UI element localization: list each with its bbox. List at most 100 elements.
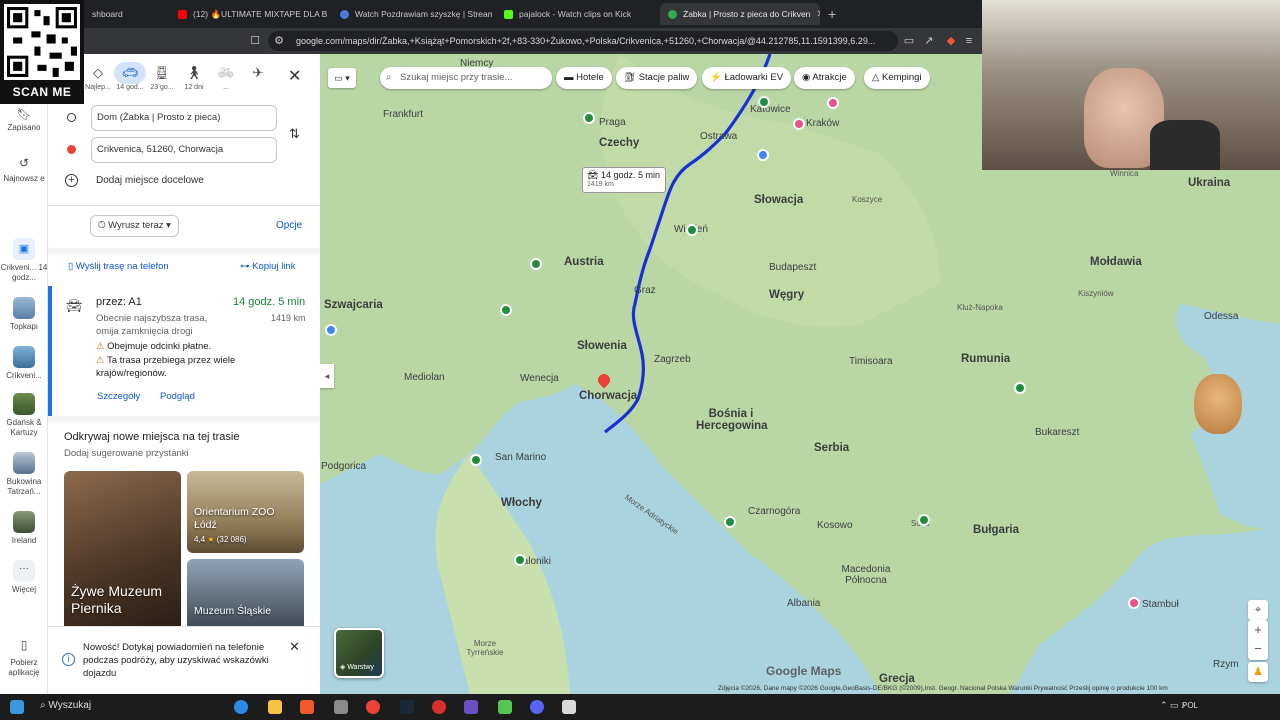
route-search-input[interactable]: ⌕ Szukaj miejsc przy trasie... [380, 67, 552, 89]
rail-item-place[interactable]: Ireland [0, 511, 48, 546]
browser-tab[interactable]: pajalock - Watch clips on Kick [496, 3, 656, 25]
discord-icon[interactable] [530, 700, 544, 714]
chip-attractions[interactable]: ◉ Atrakcje [794, 67, 855, 89]
copy-link-button[interactable]: ⊶ Kopiuj link [240, 261, 295, 272]
steam-icon[interactable] [400, 700, 414, 714]
destination-field[interactable]: Crikvenica, 51260, Chorwacja [91, 137, 277, 163]
country-label: Rumunia [961, 353, 1011, 365]
site-settings-icon[interactable]: ⚙ [272, 34, 286, 48]
taskbar-search[interactable]: ⌕ Wyszukaj [40, 700, 91, 711]
route-option-card[interactable]: 🚘︎ przez: A1 14 godz. 5 min 1419 km Obec… [48, 286, 320, 416]
card-title: Żywe Muzeum Piernika [71, 583, 163, 616]
preview-link[interactable]: Podgląd [160, 391, 195, 402]
poi-pin-icon[interactable] [500, 304, 512, 316]
transit-pin-icon[interactable] [757, 149, 769, 161]
chip-ev[interactable]: ⚡ Ładowarki EV [702, 67, 792, 89]
windows-taskbar: ⌕ Wyszukaj ⌃ ▭ ♪ POL [0, 694, 1280, 720]
brave-shield-icon[interactable]: ◆ [944, 34, 958, 48]
origin-field[interactable]: Dom (Żabka | Prosto z pieca) [91, 105, 277, 131]
rail-item-get-app[interactable]: ▯ Pobierz aplikację [0, 639, 48, 678]
attraction-pin-icon[interactable] [793, 118, 805, 130]
mode-best[interactable]: ◇ Najlep... [82, 62, 114, 102]
share-icon[interactable]: ↗ [922, 34, 936, 48]
attraction-pin-icon[interactable] [1128, 597, 1140, 609]
new-tab-button[interactable]: + [828, 6, 836, 22]
poi-pin-icon[interactable] [918, 514, 930, 526]
close-notice-icon[interactable]: ✕ [289, 639, 300, 655]
add-destination-button[interactable]: Dodaj miejsce docelowe [96, 175, 204, 186]
rail-item-place[interactable]: Bukowina Tatrzań... [0, 452, 48, 497]
details-link[interactable]: Szczegóły [97, 391, 140, 402]
windows-start-icon[interactable] [10, 700, 24, 714]
poi-pin-icon[interactable] [470, 454, 482, 466]
country-label: Słowacja [754, 194, 804, 206]
mode-bike[interactable]: 🚲︎ ... [210, 62, 242, 102]
map-toolbar-icon[interactable]: ▭ ▾ [328, 68, 356, 88]
chip-hotels[interactable]: ▬ Hotele [556, 67, 612, 89]
browser-tab[interactable]: shboard [84, 3, 170, 25]
poi-pin-icon[interactable] [583, 112, 595, 124]
poi-pin-icon[interactable] [686, 224, 698, 236]
suggestion-card[interactable]: Żywe Muzeum Piernika [64, 471, 181, 631]
route-time-bubble[interactable]: 🚘︎ 14 godz. 5 min 1419 km [582, 167, 666, 193]
swap-icon[interactable]: ⇅ [289, 126, 300, 142]
suggestion-card[interactable]: Orientarium ZOO Łódź 4,4 ★ (32 086) [187, 471, 304, 553]
rail-item-more[interactable]: ··· Więcej [0, 560, 48, 595]
mode-car[interactable]: 🚗︎ 14 god... [114, 62, 146, 102]
options-button[interactable]: Opcje [276, 220, 302, 231]
rail-item-place[interactable]: Gdańsk & Kartuzy [0, 393, 48, 438]
zoom-out-button[interactable]: − [1248, 640, 1268, 660]
youtube-icon [178, 9, 187, 19]
file-explorer-icon[interactable] [268, 700, 282, 714]
transit-pin-icon[interactable] [325, 324, 337, 336]
rail-item-route[interactable]: ▣ Crikveni... 14 godz... [0, 238, 48, 283]
poi-pin-icon[interactable] [724, 516, 736, 528]
brave-icon[interactable] [300, 700, 314, 714]
cast-icon[interactable]: ▭ [902, 34, 916, 48]
app-icon[interactable] [562, 700, 576, 714]
rail-item-place[interactable]: Crikveni... [0, 346, 48, 381]
chip-camping[interactable]: △ Kempingi [864, 67, 930, 89]
mode-transit[interactable]: 🚆︎ 23 go... [146, 62, 178, 102]
poi-pin-icon[interactable] [530, 258, 542, 270]
depart-time-select[interactable]: 🕓︎ Wyrusz teraz ▾ [90, 215, 179, 237]
link-icon: ⊶ [240, 261, 253, 272]
edge-icon[interactable] [234, 700, 248, 714]
close-directions-icon[interactable]: ✕ [288, 66, 301, 86]
car-icon: 🚗︎ [114, 62, 146, 84]
maps-icon [668, 9, 677, 19]
rail-item-saved[interactable]: 🔖︎ Zapisano [0, 108, 48, 133]
chrome-icon[interactable] [366, 700, 380, 714]
rail-item-place[interactable]: Topkapı [0, 297, 48, 332]
browser-tab[interactable]: (12) 🔥ULTIMATE MIXTAPE DLA B [170, 3, 330, 25]
browser-tab[interactable]: Watch Pozdrawiam szyszkę | Streams [332, 3, 492, 25]
chip-fuel[interactable]: ⛽︎ Stacje paliw [616, 67, 698, 89]
layers-button[interactable]: ◈ Warstwy [334, 628, 384, 678]
app-icon[interactable] [334, 700, 348, 714]
my-location-icon[interactable]: ⌖ [1248, 600, 1268, 620]
mode-walk[interactable]: 🚶︎ 12 dni [178, 62, 210, 102]
poi-pin-icon[interactable] [758, 96, 770, 108]
close-tab-icon[interactable]: ✕ [816, 9, 820, 20]
menu-icon[interactable]: ≡ [962, 34, 976, 48]
mode-flight[interactable]: ✈ [242, 62, 274, 102]
app-icon[interactable] [464, 700, 478, 714]
bookmark-icon[interactable]: ☐ [248, 34, 262, 48]
divider [48, 248, 320, 254]
pegman-icon[interactable]: ♟ [1248, 662, 1268, 682]
rail-item-recent[interactable]: ↺ Najnowsz e [0, 157, 48, 184]
poi-pin-icon[interactable] [1014, 382, 1026, 394]
zoom-in-button[interactable]: + [1248, 620, 1268, 640]
app-icon[interactable] [498, 700, 512, 714]
language-indicator[interactable]: POL [1182, 701, 1198, 710]
suggestion-card[interactable]: Muzeum Śląskie [187, 559, 304, 631]
country-label: Węgry [769, 289, 805, 301]
send-to-phone-link[interactable]: ▯ Wyślij trasę na telefon [68, 261, 169, 272]
poi-pin-icon[interactable] [514, 554, 526, 566]
browser-tab-active[interactable]: Żabka | Prosto z pieca do Crikven ✕ [660, 3, 820, 25]
url-field[interactable]: google.com/maps/dir/Żabka,+Książąt+Pomor… [268, 31, 898, 51]
rating-value: 4,4 [194, 535, 206, 544]
attraction-pin-icon[interactable] [827, 97, 839, 109]
collapse-panel-icon[interactable]: ◂ [320, 364, 334, 388]
obs-icon[interactable] [432, 700, 446, 714]
